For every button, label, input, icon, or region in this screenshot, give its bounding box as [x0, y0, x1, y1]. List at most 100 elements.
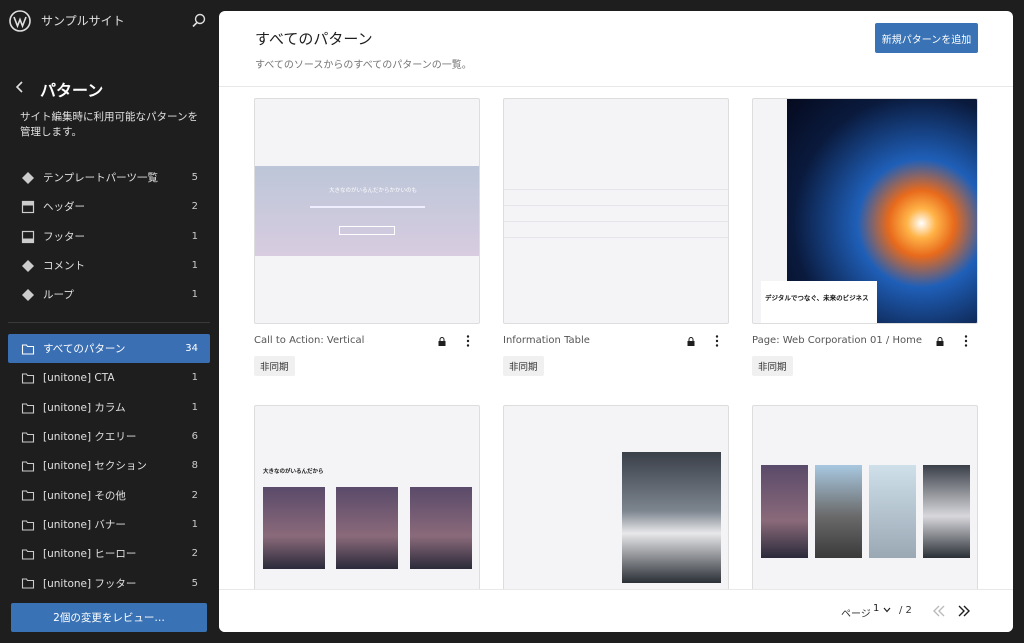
total-pages: / 2: [899, 605, 912, 616]
preview-heading: 大きなのがいるんだからかかいのも: [329, 188, 418, 194]
diamond-icon: [22, 289, 34, 302]
pattern-preview[interactable]: 大きなのがいるんだからかかいのも: [254, 98, 480, 324]
gallery-image: [761, 465, 808, 558]
current-page: 1: [873, 603, 880, 614]
search-icon[interactable]: [190, 12, 208, 30]
review-changes-button[interactable]: 2個の変更をレビュー…: [11, 603, 207, 632]
folder-icon: [21, 520, 35, 531]
main-panel: すべてのパターン すべてのソースからのすべてのパターンの一覧。 新規パターンを追…: [219, 11, 1013, 632]
gallery-image: [923, 465, 970, 558]
pattern-title[interactable]: Call to Action: Vertical: [254, 335, 364, 346]
folder-icon: [21, 373, 35, 384]
folder-icon: [21, 344, 35, 355]
page-select[interactable]: 1: [873, 603, 895, 619]
sidebar-item-label: ループ: [43, 289, 74, 302]
snow-mountain-image: [622, 452, 721, 583]
section-title: パターン: [40, 81, 104, 100]
sidebar-item-category[interactable]: [unitone] バナー 1: [8, 510, 210, 539]
site-header: サンプルサイト: [0, 0, 219, 42]
sidebar-item-label: すべてのパターン: [43, 343, 126, 356]
sidebar-item-all-patterns[interactable]: すべてのパターン 34: [8, 334, 210, 364]
sidebar-item-count: 6: [191, 431, 198, 443]
sidebar-item-footer[interactable]: フッター 1: [8, 222, 210, 251]
sidebar-item-template-parts[interactable]: テンプレートパーツ一覧 5: [8, 163, 210, 192]
pattern-categories-menu: すべてのパターン 34 [unitone] CTA 1 [unitone] カラ…: [8, 334, 210, 598]
sidebar-item-label: コメント: [43, 260, 85, 273]
sidebar-item-count: 5: [191, 172, 198, 184]
sidebar-item-count: 1: [191, 401, 198, 413]
sidebar-item-comments[interactable]: コメント 1: [8, 251, 210, 280]
sidebar-item-category[interactable]: [unitone] クエリー 6: [8, 422, 210, 451]
mountain-image: [263, 487, 325, 569]
sidebar-item-loop[interactable]: ループ 1: [8, 280, 210, 309]
sidebar-item-label: [unitone] バナー: [43, 518, 126, 531]
mountain-image: [336, 487, 398, 569]
preview-row-divider: [504, 221, 728, 222]
lock-icon: [936, 337, 944, 346]
sidebar-item-count: 1: [191, 230, 198, 242]
pattern-preview[interactable]: [503, 98, 729, 324]
pattern-preview[interactable]: デジタルでつなぐ、未来のビジネス: [752, 98, 978, 324]
add-new-pattern-button[interactable]: 新規パターンを追加: [875, 23, 978, 53]
sidebar-item-count: 2: [191, 548, 198, 560]
site-title[interactable]: サンプルサイト: [41, 12, 125, 29]
preview-button: [339, 226, 395, 235]
page-title: すべてのパターン: [255, 30, 373, 48]
sidebar-item-count: 1: [191, 372, 198, 384]
sidebar-item-category[interactable]: [unitone] セクション 8: [8, 451, 210, 480]
chevron-down-icon: [883, 607, 891, 613]
sidebar-item-label: フッター: [43, 230, 85, 243]
hero-heading: デジタルでつなぐ、未来のビジネス: [765, 294, 869, 302]
cta-band: [255, 166, 479, 256]
main-header: すべてのパターン すべてのソースからのすべてのパターンの一覧。 新規パターンを追…: [219, 11, 1013, 87]
more-options-icon[interactable]: [461, 334, 475, 348]
pagination-label: ページ: [841, 609, 871, 620]
lock-icon: [687, 337, 695, 346]
sidebar-item-label: テンプレートパーツ一覧: [43, 172, 158, 185]
sidebar-item-label: [unitone] クエリー: [43, 431, 137, 444]
sidebar-item-category[interactable]: [unitone] CTA 1: [8, 363, 210, 392]
preview-row-divider: [504, 205, 728, 206]
preview-row-divider: [504, 189, 728, 190]
sidebar-item-category[interactable]: [unitone] カラム 1: [8, 393, 210, 422]
preview-heading: 大きなのがいるんだから: [263, 469, 324, 475]
sync-status-badge: 非同期: [752, 356, 793, 376]
sidebar-item-label: [unitone] セクション: [43, 460, 147, 473]
sidebar-divider: [8, 322, 210, 323]
sidebar-item-count: 2: [191, 489, 198, 501]
preview-row-divider: [504, 237, 728, 238]
diamond-icon: [22, 172, 34, 184]
sidebar: サンプルサイト パターン サイト編集時に利用可能なパターンを管理します。 テンプ…: [0, 0, 219, 643]
sync-status-badge: 非同期: [503, 356, 544, 376]
pattern-title[interactable]: Page: Web Corporation 01 / Home: [752, 335, 922, 346]
back-chevron-icon[interactable]: [12, 78, 28, 96]
footer-icon: [21, 230, 35, 243]
folder-icon: [21, 432, 35, 443]
section-description: サイト編集時に利用可能なパターンを管理します。: [20, 111, 198, 138]
folder-icon: [21, 461, 35, 472]
folder-icon: [21, 403, 35, 414]
diamond-icon: [22, 259, 34, 272]
sidebar-item-label: [unitone] カラム: [43, 401, 126, 414]
more-options-icon[interactable]: [959, 334, 973, 348]
sidebar-item-category[interactable]: [unitone] ヒーロー 2: [8, 539, 210, 568]
wordpress-logo-icon[interactable]: [9, 10, 31, 32]
page-description: すべてのソースからのすべてのパターンの一覧。: [255, 60, 472, 71]
sidebar-item-label: [unitone] CTA: [43, 371, 115, 384]
sidebar-item-label: ヘッダー: [43, 201, 85, 214]
gallery-image: [869, 465, 916, 558]
sidebar-item-category[interactable]: [unitone] その他 2: [8, 480, 210, 509]
gallery-image: [815, 465, 862, 558]
more-options-icon[interactable]: [710, 334, 724, 348]
sync-status-badge: 非同期: [254, 356, 295, 376]
next-page-icon[interactable]: [956, 602, 972, 620]
pattern-title[interactable]: Information Table: [503, 335, 590, 346]
sidebar-item-count: 2: [191, 201, 198, 213]
sidebar-item-count: 34: [185, 343, 198, 355]
sidebar-item-category[interactable]: [unitone] フッター 5: [8, 568, 210, 597]
mountain-image: [410, 487, 472, 569]
sidebar-item-header[interactable]: ヘッダー 2: [8, 192, 210, 221]
first-page-icon[interactable]: [931, 602, 947, 620]
sidebar-item-label: [unitone] その他: [43, 489, 126, 502]
header-icon: [21, 201, 35, 214]
